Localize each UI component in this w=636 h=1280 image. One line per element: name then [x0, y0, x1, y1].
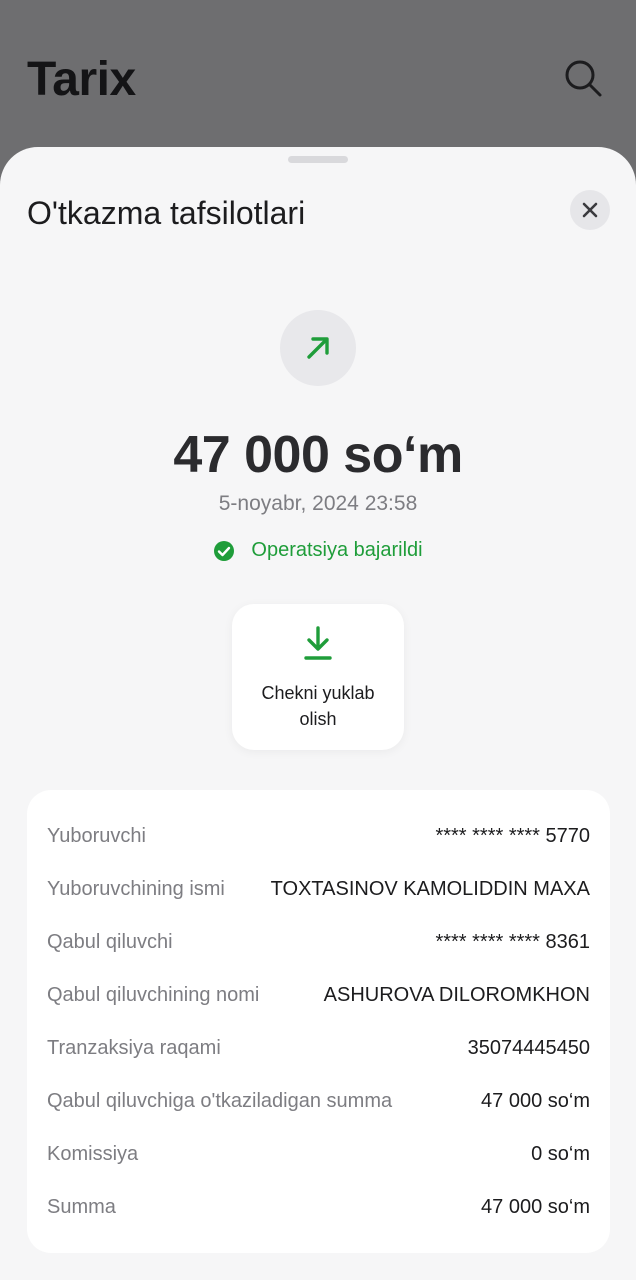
detail-row: Qabul qiluvchiga o'tkaziladigan summa 47… — [47, 1086, 590, 1116]
detail-value: ASHUROVA DILOROMKHON — [323, 983, 590, 1006]
detail-value: **** **** **** 8361 — [435, 930, 590, 953]
detail-label: Summa — [47, 1195, 116, 1218]
detail-label: Qabul qiluvchining nomi — [47, 983, 260, 1006]
detail-label: Qabul qiluvchiga o'tkaziladigan summa — [47, 1089, 393, 1112]
check-circle-icon — [214, 540, 235, 561]
close-icon — [582, 202, 598, 218]
transfer-datetime: 5-noyabr, 2024 23:58 — [218, 492, 418, 515]
download-receipt-button[interactable]: Chekni yuklab olish — [232, 604, 404, 750]
detail-value: 47 000 so‘m — [481, 1089, 590, 1112]
download-receipt-label: Chekni yuklab olish — [261, 683, 375, 729]
detail-row: Summa 47 000 so‘m — [47, 1192, 590, 1222]
detail-label: Yuboruvchi — [47, 824, 146, 847]
detail-value: 0 so‘m — [531, 1142, 590, 1165]
detail-value: **** **** **** 5770 — [435, 824, 590, 847]
detail-label: Yuboruvchining ismi — [47, 877, 225, 900]
detail-value: TOXTASINOV KAMOLIDDIN MAXA — [270, 877, 590, 900]
backdrop-title: Tarix — [27, 53, 136, 106]
detail-label: Komissiya — [47, 1142, 139, 1165]
detail-row: Qabul qiluvchi **** **** **** 8361 — [47, 927, 590, 957]
detail-label: Qabul qiluvchi — [47, 930, 173, 953]
status-text: Operatsiya bajarildi — [251, 539, 423, 561]
direction-badge — [280, 310, 356, 386]
close-button[interactable] — [570, 190, 610, 230]
sheet-title: O'tkazma tafsilotlari — [27, 195, 306, 231]
detail-label: Tranzaksiya raqami — [47, 1036, 221, 1059]
detail-value: 35074445450 — [467, 1036, 590, 1059]
search-icon[interactable] — [563, 58, 603, 98]
detail-row: Tranzaksiya raqami 35074445450 — [47, 1033, 590, 1063]
detail-row: Yuboruvchi **** **** **** 5770 — [47, 821, 590, 851]
sheet-grabber[interactable] — [288, 156, 348, 163]
transfer-details-sheet: O'tkazma tafsilotlari 47 000 so‘m 5-noya… — [0, 147, 636, 1280]
status-line: Operatsiya bajarildi — [0, 539, 636, 562]
detail-value: 47 000 so‘m — [481, 1195, 590, 1218]
detail-row: Yuboruvchining ismi TOXTASINOV KAMOLIDDI… — [47, 874, 590, 904]
details-card: Yuboruvchi **** **** **** 5770 Yuboruvch… — [27, 790, 610, 1253]
transfer-amount: 47 000 so‘m — [173, 426, 463, 484]
detail-row: Komissiya 0 so‘m — [47, 1139, 590, 1169]
detail-row: Qabul qiluvchining nomi ASHUROVA DILOROM… — [47, 980, 590, 1010]
download-icon — [304, 626, 332, 660]
arrow-up-right-icon — [307, 337, 329, 359]
